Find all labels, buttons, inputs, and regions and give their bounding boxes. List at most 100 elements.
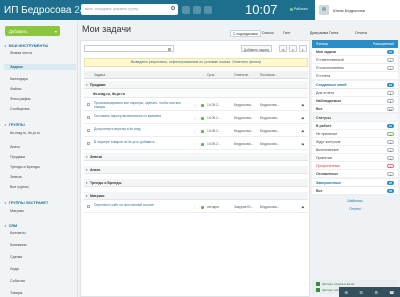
flag-icon[interactable]: ⚑ (301, 103, 305, 108)
drag-handle-icon[interactable]: ⋮ (193, 142, 196, 146)
table-row[interactable]: Допротянуть верстку в its-mag ⋮ 14.09.2.… (84, 125, 308, 137)
messages-icon[interactable] (193, 6, 201, 14)
filter-responsible[interactable]: Я ответственный 6 (312, 56, 398, 64)
sidebar-section-groups[interactable]: ГРУППЫ (4, 123, 25, 127)
filter-created-by-me[interactable]: Созданные мной 12 (312, 81, 398, 89)
view-toggle-icon[interactable]: ≡ (289, 45, 297, 52)
filter-header[interactable]: Фильтр Расширенный (312, 40, 398, 48)
drag-handle-icon[interactable]: ⋮ (193, 116, 196, 120)
tab-reports[interactable]: Отчеты (355, 31, 367, 35)
task-setter[interactable]: Бедросова... (260, 116, 279, 120)
add-task-button[interactable]: Добавить задачу (241, 45, 273, 52)
settings-icon[interactable]: ⚙ (279, 45, 287, 52)
row-checkbox[interactable] (87, 129, 90, 132)
filter-my-tasks[interactable]: Моя задачи 15 (312, 48, 398, 56)
task-title[interactable]: В парсере товаров по its-pr.ru добавить … (94, 140, 190, 144)
status-in-progress[interactable]: В работе 16 (312, 122, 398, 130)
clock[interactable]: 10:07 (245, 2, 278, 17)
sidebar-section-crm[interactable]: CRM (4, 224, 18, 228)
tab-gantt[interactable]: Гант (283, 31, 290, 35)
group-row-matrix[interactable]: Матрикс (84, 192, 308, 200)
video-call-icon[interactable] (204, 6, 212, 14)
user-menu[interactable]: Юлия Бедросова (315, 0, 400, 20)
sidebar-item-tasks[interactable]: Задачи (4, 64, 76, 70)
row-checkbox[interactable] (87, 142, 90, 145)
column-setter[interactable]: Постанов... (260, 73, 277, 77)
tab-with-subtasks[interactable]: С подзадачами (230, 30, 261, 37)
status-not-accepted[interactable]: Не принятые 0 (312, 130, 398, 138)
sidebar-item-group-apato[interactable]: Апато (10, 144, 76, 150)
filter-co-executor[interactable]: Я соисполнитель 1 (312, 64, 398, 72)
row-checkbox[interactable] (87, 103, 90, 106)
sidebar-item-feed[interactable]: Живая лента (10, 50, 76, 56)
tab-list[interactable]: Список (262, 31, 274, 35)
sidebar-item-all-groups[interactable]: Все группы (10, 184, 76, 190)
table-row[interactable]: В парсере товаров по its-pr.ru добавить … (84, 138, 308, 150)
sidebar-item-group-itsmag[interactable]: Its-mag.ru, its-pr.ru (10, 130, 76, 136)
task-responsible[interactable]: Бедросова... (234, 116, 253, 120)
chat-icon[interactable]: ✉ (345, 290, 348, 295)
table-row[interactable]: Проанализировать все парсеры, сделать, ч… (84, 99, 308, 111)
contacts-icon[interactable]: ☰ (359, 290, 363, 295)
sidebar-item-companies[interactable]: Компании (10, 242, 76, 248)
tab-gantt-diagram[interactable]: Диаграмма Ганта (310, 31, 338, 35)
table-row[interactable]: Поставить парсер выполняться по времени … (84, 112, 308, 124)
status-deferred[interactable]: Отложенные 0 (312, 170, 398, 178)
flag-icon[interactable]: ⚑ (301, 205, 305, 210)
sidebar-item-products[interactable]: Товары (10, 290, 76, 296)
task-title[interactable]: Перенести сайт на постоянный хостинг (94, 203, 190, 207)
group-row-apato[interactable]: Апато (84, 166, 308, 174)
sidebar-item-group-zeveza[interactable]: Зевеза (10, 174, 76, 180)
status-accepted[interactable]: Принятые 0 (312, 154, 398, 162)
group-row-itsmag[interactable]: its-mag.ru, its-pr.ru (84, 90, 308, 98)
column-deadline[interactable]: Срок (207, 73, 215, 77)
task-title[interactable]: Поставить парсер выполняться по времени (94, 114, 190, 118)
export-excel-link[interactable]: Экспорт списка в Excel (322, 282, 354, 286)
filter-all[interactable]: Все 19 (312, 105, 398, 113)
task-responsible[interactable]: Бедросова... (234, 142, 253, 146)
group-row-sales[interactable]: Продажи (84, 81, 308, 89)
sidebar-item-matrix[interactable]: Матрикс (10, 208, 76, 214)
filter-for-report[interactable]: Для отчета 1 (312, 89, 398, 97)
sidebar-section-tools[interactable]: МОИ ИНСТРУМЕНТЫ (4, 44, 49, 48)
task-title[interactable]: Проанализировать все парсеры, сделать, ч… (94, 101, 190, 109)
filter-report[interactable]: Я отчета (312, 72, 398, 80)
sidebar-item-events[interactable]: События (10, 278, 76, 284)
sidebar-item-leads[interactable]: Лиды (10, 266, 76, 272)
flag-icon[interactable]: ⚑ (301, 116, 305, 121)
sidebar-item-group-trends[interactable]: Тренды и Бренды (10, 164, 76, 170)
task-setter[interactable]: Бедросова... (260, 129, 279, 133)
task-setter[interactable]: Бедросова... (260, 103, 279, 107)
reports-link[interactable]: Отчеты (312, 207, 398, 211)
filter-notice[interactable]: Выведены результаты, отфильтрованные по … (84, 58, 308, 67)
status-awaiting-control[interactable]: Ждут контроля 0 (312, 138, 398, 146)
search-icon[interactable] (171, 6, 175, 10)
work-status[interactable]: Работаю (294, 7, 308, 11)
drag-handle-icon[interactable]: ⋮ (193, 103, 196, 107)
column-task[interactable]: Задача (94, 73, 105, 77)
more-icon[interactable]: ▾ (299, 45, 307, 52)
task-setter[interactable]: Бедросова... (260, 205, 279, 209)
portal-title[interactable]: ИП Бедросова 24 (0, 5, 85, 16)
row-checkbox[interactable] (87, 205, 90, 208)
phone-icon[interactable]: ☎ (389, 290, 394, 295)
status-overdue[interactable]: Просроченные 1 (312, 162, 398, 170)
sidebar-item-messages[interactable]: Сообщения (10, 106, 76, 112)
filter-all-tasks[interactable]: Все 58 (312, 187, 398, 195)
table-row[interactable]: Перенести сайт на постоянный хостинг ⋮ с… (84, 201, 308, 213)
sidebar-item-calendar[interactable]: Календарь (10, 76, 76, 82)
group-row-zeveza[interactable]: Зевеза (84, 153, 308, 161)
sidebar-section-extranet[interactable]: ГРУППЫ ЭКСТРАНЕТ (4, 201, 49, 205)
group-row-trends[interactable]: Тренды и Бренды (84, 179, 308, 187)
sidebar-item-files[interactable]: Файлы (10, 86, 76, 92)
sidebar-item-contacts[interactable]: Контакты (10, 230, 76, 236)
add-button[interactable]: Добавить ▾ (5, 26, 60, 36)
sidebar-item-group-sales[interactable]: Продажи (10, 154, 76, 160)
global-search-input[interactable]: взять, сотрудника, документ, группу... (81, 4, 178, 15)
filter-observed[interactable]: Наблюдаемые 3 (312, 97, 398, 105)
drag-handle-icon[interactable]: ⋮ (193, 129, 196, 133)
task-title[interactable]: Допротянуть верстку в its-mag (94, 127, 190, 131)
settings-icon[interactable]: ⚙ (374, 290, 378, 295)
flag-icon[interactable]: ⚑ (301, 142, 305, 147)
templates-link[interactable]: Шаблоны (312, 199, 398, 203)
